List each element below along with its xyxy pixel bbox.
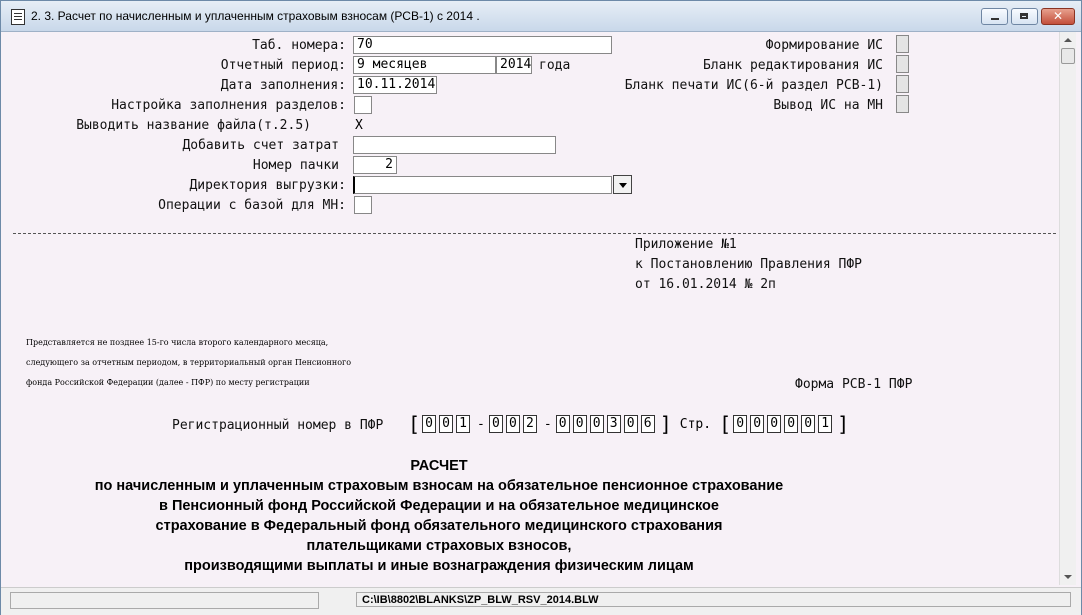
db-ops-label: Операции с базой для МН: (158, 198, 346, 213)
reg-digit: 0 (488, 415, 503, 433)
cost-account-label: Добавить счет затрат (182, 138, 339, 153)
pack-number-label: Номер пачки (252, 158, 339, 173)
reg-digit: 0 (572, 415, 587, 433)
dashed-separator (13, 233, 1056, 234)
page-digit: 0 (801, 415, 816, 433)
page-label: Стр. (679, 416, 712, 432)
fill-date-label: Дата заполнения: (220, 78, 346, 93)
tab-numbers-label: Таб. номера: (252, 38, 346, 53)
cost-account-field[interactable] (353, 136, 556, 154)
output-is-label: Вывод ИС на МН (773, 98, 883, 113)
page-bracket-close: ] (837, 412, 850, 436)
sections-setup-checkbox[interactable] (354, 96, 372, 114)
generate-is-label: Формирование ИС (765, 38, 883, 53)
edit-form-is-button[interactable] (896, 55, 909, 73)
reg-digit: 0 (439, 415, 454, 433)
window-title: 2. 3. Расчет по начисленным и уплаченным… (31, 9, 480, 23)
export-dir-field[interactable] (353, 176, 612, 194)
reg-digit: 0 (589, 415, 604, 433)
reg-digit: 1 (456, 415, 471, 433)
period-field[interactable]: 9 месяцев (353, 56, 496, 74)
year-field[interactable]: 2014 (496, 56, 532, 74)
output-is-button[interactable] (896, 95, 909, 113)
sections-setup-label: Настройка заполнения разделов: (111, 98, 346, 113)
page-digit: 0 (733, 415, 748, 433)
page-digit: 0 (750, 415, 765, 433)
pack-number-field[interactable]: 2 (353, 156, 397, 174)
db-ops-checkbox[interactable] (354, 196, 372, 214)
status-panel-left (10, 592, 319, 609)
vertical-scrollbar[interactable] (1059, 32, 1076, 585)
doc-heading-line: по начисленным и уплаченным страховым вз… (94, 478, 784, 494)
export-dir-label: Директория выгрузки: (189, 178, 346, 193)
doc-heading-line: плательщиками страховых взносов, (306, 538, 572, 554)
close-button[interactable] (1041, 8, 1075, 25)
appendix-line-1: Приложение №1 (635, 237, 737, 252)
generate-is-button[interactable] (896, 35, 909, 53)
reg-digit: 0 (623, 415, 638, 433)
page-digit: 0 (767, 415, 782, 433)
page-digit: 0 (784, 415, 799, 433)
reg-number-boxes: [ 0 0 1 - 0 0 2 - 0 0 0 3 0 6 ] Стр. [ 0… (406, 414, 851, 434)
print-form-is-label: Бланк печати ИС(6-й раздел РСВ-1) (624, 78, 883, 93)
page-bracket-open: [ (719, 412, 732, 436)
status-bar: C:\IB\8802\BLANKS\ZP_BLW_RSV_2014.BLW (1, 587, 1081, 615)
appendix-line-3: от 16.01.2014 № 2п (635, 277, 776, 292)
reg-digit: 0 (422, 415, 437, 433)
page-digit: 1 (818, 415, 833, 433)
reg-dash: - (477, 416, 485, 432)
fill-date-field[interactable]: 10.11.2014 (353, 76, 437, 94)
title-bar[interactable]: 2. 3. Расчет по начисленным и уплаченным… (1, 1, 1081, 32)
form-area: Таб. номера: 70 Отчетный период: 9 месяц… (9, 32, 1058, 585)
notice-line-2: следующего за отчетным периодом, в терри… (26, 358, 352, 367)
status-path: C:\IB\8802\BLANKS\ZP_BLW_RSV_2014.BLW (356, 592, 1071, 607)
reg-dash: - (543, 416, 552, 432)
edit-form-is-label: Бланк редактирования ИС (702, 58, 883, 73)
period-label: Отчетный период: (220, 58, 346, 73)
print-form-is-button[interactable] (896, 75, 909, 93)
main-window: 2. 3. Расчет по начисленным и уплаченным… (0, 0, 1082, 615)
scroll-thumb[interactable] (1061, 48, 1075, 64)
doc-heading-line: в Пенсионный фонд Российской Федерации и… (159, 498, 719, 514)
reg-digit: 6 (640, 415, 655, 433)
minimize-button[interactable] (981, 8, 1008, 25)
doc-heading-line: страхование в Федеральный фонд обязатель… (155, 518, 723, 534)
doc-heading-title: РАСЧЕТ (410, 458, 468, 474)
form-code: Форма РСВ-1 ПФР (795, 377, 913, 392)
reg-digit: 0 (505, 415, 520, 433)
year-suffix-label: года (539, 58, 571, 73)
scroll-up-icon[interactable] (1060, 32, 1076, 48)
doc-heading-line: производящими выплаты и иные вознагражде… (184, 558, 694, 574)
reg-bracket-open: [ (408, 412, 421, 436)
notice-line-3: фонда Российской Федерации (далее - ПФР)… (26, 378, 310, 387)
reg-number-label: Регистрационный номер в ПФР (172, 418, 384, 433)
reg-digit: 3 (606, 415, 621, 433)
reg-bracket-close: ] (659, 412, 672, 436)
tab-numbers-field[interactable]: 70 (353, 36, 612, 54)
reg-digit: 0 (555, 415, 570, 433)
scroll-down-icon[interactable] (1060, 569, 1076, 585)
document-icon (11, 9, 25, 25)
reg-digit: 2 (522, 415, 537, 433)
export-dir-dropdown-icon[interactable] (613, 175, 632, 194)
appendix-line-2: к Постановлению Правления ПФР (635, 257, 862, 272)
notice-line-1: Представляется не позднее 15-го числа вт… (26, 338, 329, 347)
file-name-label: Выводить название файла(т.2.5) (76, 118, 311, 133)
file-name-toggle[interactable]: X (355, 117, 363, 135)
maximize-button[interactable] (1011, 8, 1038, 25)
